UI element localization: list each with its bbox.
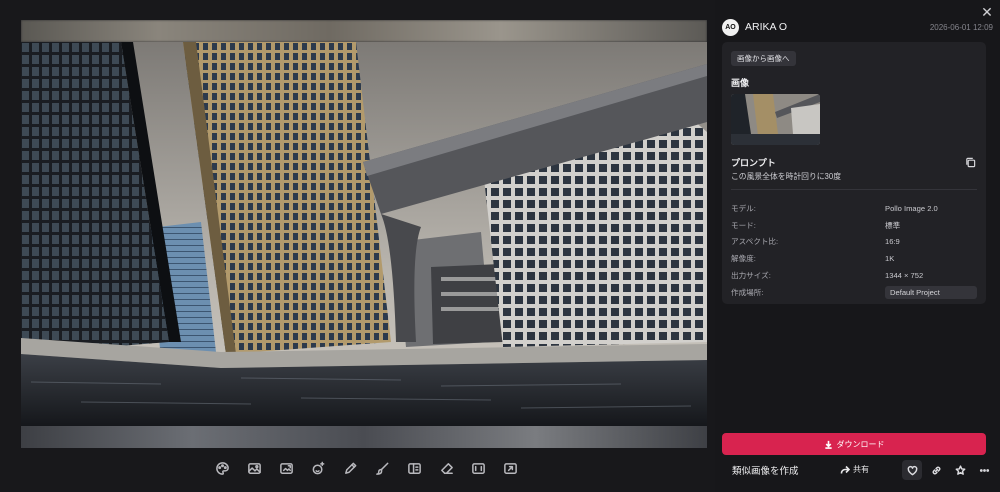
divider [731, 189, 977, 190]
favorite-button[interactable] [902, 460, 922, 480]
image-blur-bottom [21, 426, 707, 448]
sparkle-face-icon[interactable] [306, 457, 330, 479]
download-label: ダウンロード [836, 439, 885, 449]
layers-icon[interactable] [402, 457, 426, 479]
image-blur-top [21, 20, 707, 42]
star-icon [955, 464, 965, 475]
meta-value: Pollo Image 2.0 [885, 203, 938, 213]
palette-icon[interactable] [210, 457, 234, 479]
more-icon [979, 468, 989, 472]
meta-label: モード: [731, 220, 756, 230]
copy-link-button[interactable] [926, 460, 946, 480]
details-panel: ✕ AO ARIKA O 2026-06-01 12:09 画像から画像へ 画像… [715, 0, 1000, 492]
create-similar-button[interactable]: 類似画像を作成 [732, 463, 799, 477]
image-section-title: 画像 [731, 78, 750, 88]
share-icon [840, 465, 850, 473]
meta-label: 作成場所: [731, 287, 764, 297]
avatar[interactable]: AO [722, 18, 739, 36]
generation-metadata: モデル: Pollo Image 2.0 モード: 標準 アスペクト比: 16:… [731, 200, 977, 301]
meta-row-mode: モード: 標準 [731, 217, 977, 234]
image-to-image-button[interactable]: 画像から画像へ [731, 51, 796, 66]
crop-icon[interactable] [466, 457, 490, 479]
meta-label: 解像度: [731, 254, 756, 264]
meta-label: 出力サイズ: [731, 271, 771, 281]
generation-info-card: 画像から画像へ 画像 プロンプト この風景全体を時計回りに30度 モデル: Po… [722, 42, 986, 304]
meta-row-model: モデル: Pollo Image 2.0 [731, 200, 977, 217]
meta-value: 1344 × 752 [885, 271, 924, 281]
prompt-section-title: プロンプト [731, 158, 776, 168]
user-header: AO ARIKA O 2026-06-01 12:09 [722, 17, 993, 37]
eraser-icon[interactable] [434, 457, 458, 479]
meta-row-output-size: 出力サイズ: 1344 × 752 [731, 267, 977, 284]
share-label: 共有 [853, 465, 869, 474]
copy-icon[interactable] [965, 157, 976, 168]
username[interactable]: ARIKA O [745, 21, 787, 33]
meta-label: モデル: [731, 203, 756, 213]
meta-value: 1K [885, 254, 895, 264]
meta-value: 標準 [885, 220, 901, 230]
link-icon [932, 466, 940, 474]
brush-icon[interactable] [370, 457, 394, 479]
image-expand-icon[interactable] [274, 457, 298, 479]
meta-row-aspect-ratio: アスペクト比: 16:9 [731, 234, 977, 251]
upscale-icon[interactable] [498, 457, 522, 479]
image-viewer [0, 0, 715, 492]
generated-image[interactable] [21, 20, 707, 448]
meta-row-location: 作成場所: Default Project [731, 284, 977, 301]
meta-value: 16:9 [885, 237, 900, 247]
project-badge[interactable]: Default Project [885, 285, 977, 299]
meta-row-resolution: 解像度: 1K [731, 250, 977, 267]
meta-label: アスペクト比: [731, 237, 779, 247]
share-button[interactable]: 共有 [840, 464, 869, 475]
download-button[interactable]: ダウンロード [722, 433, 986, 455]
heart-icon [907, 465, 917, 475]
pen-icon[interactable] [338, 457, 362, 479]
action-row: 類似画像を作成 共有 [722, 460, 993, 480]
timestamp: 2026-06-01 12:09 [929, 22, 993, 32]
source-image-thumbnail[interactable] [731, 94, 820, 145]
image-edit-icon[interactable] [242, 457, 266, 479]
city-scene-image [21, 42, 707, 426]
more-options-button[interactable] [974, 460, 994, 480]
edit-toolbar [210, 457, 522, 479]
prompt-text: この風景全体を時計回りに30度 [731, 172, 842, 181]
download-icon [824, 440, 832, 449]
bookmark-button[interactable] [950, 460, 970, 480]
